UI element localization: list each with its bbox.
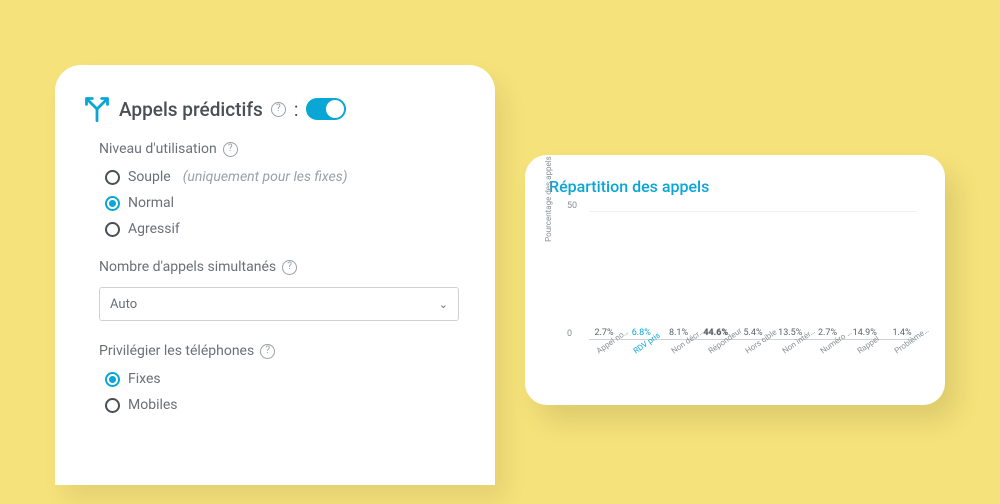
usage-level-radio-group: Souple (uniquement pour les fixes) Norma…: [99, 169, 467, 237]
prefer-label: Privilégier les téléphones ?: [99, 343, 467, 359]
radio-label: Fixes: [128, 371, 161, 387]
y-tick: 50: [567, 201, 577, 211]
x-category-label: Numéro …: [813, 334, 862, 386]
radio-agressif[interactable]: Agressif: [105, 221, 467, 237]
predictive-toggle[interactable]: [306, 98, 346, 120]
help-icon[interactable]: ?: [260, 344, 275, 359]
prefer-text: Privilégier les téléphones: [99, 343, 254, 359]
bars-container: 2.7%6.8%8.1%44.6%5.4%13.5%2.7%14.9%1.4%: [589, 212, 917, 340]
radio-label: Normal: [128, 195, 174, 211]
chevron-down-icon: ⌄: [439, 298, 448, 311]
help-icon[interactable]: ?: [271, 102, 286, 117]
select-value: Auto: [110, 297, 137, 312]
x-category-label: Rappel: [851, 334, 900, 386]
radio-label: Agressif: [128, 221, 180, 237]
radio-indicator: [105, 170, 120, 185]
split-arrows-icon: [83, 95, 111, 123]
help-icon[interactable]: ?: [282, 260, 297, 275]
radio-mobiles[interactable]: Mobiles: [105, 397, 467, 413]
calls-distribution-card: Répartition des appels Pourcentage des a…: [525, 155, 945, 405]
radio-souple[interactable]: Souple (uniquement pour les fixes): [105, 169, 467, 185]
card-header: Appels prédictifs ? :: [83, 95, 467, 123]
radio-indicator: [105, 372, 120, 387]
chart-area: Pourcentage des appels 0 50 2.7%6.8%8.1%…: [549, 202, 921, 382]
usage-level-text: Niveau d'utilisation: [99, 141, 217, 157]
x-category-label: Appel no…: [590, 334, 639, 386]
x-category-label: Problème…: [888, 334, 937, 386]
x-category-label: RDV pris: [627, 334, 676, 386]
chart-title: Répartition des appels: [549, 177, 921, 196]
radio-fixes[interactable]: Fixes: [105, 371, 467, 387]
help-icon[interactable]: ?: [223, 142, 238, 157]
prefer-radio-group: Fixes Mobiles: [99, 371, 467, 413]
radio-indicator: [105, 398, 120, 413]
predictive-calls-card: Appels prédictifs ? : Niveau d'utilisati…: [55, 65, 495, 485]
radio-label: Mobiles: [128, 397, 178, 413]
radio-indicator: [105, 222, 120, 237]
simultaneous-text: Nombre d'appels simultanés: [99, 259, 276, 275]
radio-label: Souple: [128, 169, 171, 185]
card-title: Appels prédictifs: [119, 98, 263, 121]
x-labels: Appel no…RDV prisNon décr…RépondeurHors …: [589, 340, 917, 382]
usage-level-section: Niveau d'utilisation ? Souple (uniquemen…: [99, 141, 467, 237]
x-category-label: Répondeur: [702, 334, 751, 386]
y-tick: 0: [567, 329, 572, 339]
simultaneous-section: Nombre d'appels simultanés ? Auto ⌄: [99, 259, 467, 321]
colon: :: [294, 98, 299, 121]
x-category-label: Hors cible: [739, 334, 788, 386]
simultaneous-select[interactable]: Auto ⌄: [99, 287, 459, 321]
x-category-label: Non décr…: [664, 334, 713, 386]
x-category-label: Non intér…: [776, 334, 825, 386]
radio-hint: (uniquement pour les fixes): [183, 169, 348, 185]
simultaneous-label: Nombre d'appels simultanés ?: [99, 259, 467, 275]
radio-normal[interactable]: Normal: [105, 195, 467, 211]
radio-indicator: [105, 196, 120, 211]
usage-level-label: Niveau d'utilisation ?: [99, 141, 467, 157]
y-axis-label: Pourcentage des appels: [545, 154, 554, 244]
chart-plot: 0 50 2.7%6.8%8.1%44.6%5.4%13.5%2.7%14.9%…: [589, 212, 917, 340]
prefer-section: Privilégier les téléphones ? Fixes Mobil…: [99, 343, 467, 413]
